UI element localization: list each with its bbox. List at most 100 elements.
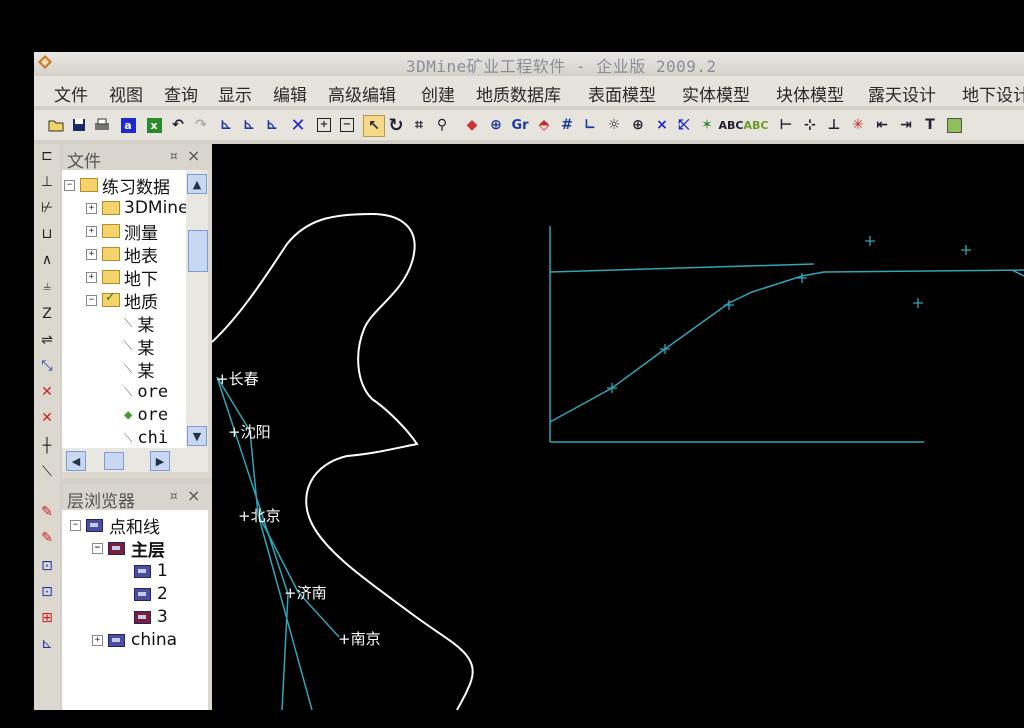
fill-icon[interactable] [944,115,964,135]
scroll-down-icon[interactable]: ▼ [187,426,207,446]
tree-item-surface[interactable]: + 地表 [86,243,158,267]
menu-geo-database[interactable]: 地质数据库 [476,81,561,106]
expand-icon[interactable]: + [86,202,97,214]
diag-tool-icon[interactable]: ⟍ [36,462,58,482]
tree-item-file[interactable]: ⟍ ore [124,381,168,403]
z-tool-icon[interactable]: Z [36,304,58,324]
menu-solid-model[interactable]: 实体模型 [682,81,750,106]
scroll-thumb[interactable] [104,452,124,470]
zoom-in-box-icon[interactable]: + [314,115,334,135]
menu-open-pit[interactable]: 露天设计 [868,81,936,106]
tree-item-survey[interactable]: + 测量 [86,220,158,244]
menu-block-model[interactable]: 块体模型 [776,81,844,106]
grid-icon[interactable]: # [557,115,577,135]
cross-icon[interactable]: × [652,115,672,135]
redo-icon[interactable]: ↷ [191,115,211,135]
close-icon[interactable]: × [187,486,200,505]
tree-item-underground[interactable]: + 地下 [86,266,158,290]
caret-tool-icon[interactable]: ∧ [36,250,58,270]
comb-tool-icon[interactable]: ⫨ [36,276,58,296]
tree-item-3dmine[interactable]: +3DMine [86,197,186,219]
line-tool-icon[interactable]: ⊥ [36,172,58,192]
tree-item-file[interactable]: ⟍ 某 [124,312,154,336]
point-add-icon[interactable]: ⤪ [674,115,694,135]
open-icon[interactable] [46,115,66,135]
grid-red-icon[interactable]: ⊞ [36,608,58,628]
polyline-point-icon[interactable]: ⊾ [262,115,282,135]
layer-item-3[interactable]: 3 [134,606,168,628]
scroll-left-icon[interactable]: ◀ [66,451,86,471]
cross-red2-icon[interactable]: ✕ [36,408,58,428]
arrow-right-icon[interactable]: ⇥ [896,115,916,135]
collapse-icon[interactable]: − [86,294,97,306]
save-icon[interactable] [69,115,89,135]
axis-tool-icon[interactable]: ⊾ [36,634,58,654]
tick-up-icon[interactable]: ⊥ [824,115,844,135]
tree-item-file[interactable]: ◆ ore [124,404,168,426]
crosshair-icon[interactable]: ⊕ [628,115,648,135]
menu-underground[interactable]: 地下设计 [962,81,1024,106]
cross-red-icon[interactable]: ✕ [36,382,58,402]
step-tool-icon[interactable]: ⊔ [36,224,58,244]
section-icon[interactable]: ⬘ [534,115,554,135]
delete-icon[interactable]: ✕ [288,115,308,136]
pencil-red2-icon[interactable]: ✎ [36,528,58,548]
layer-item-2[interactable]: 2 [134,583,168,605]
tree-item-file[interactable]: ⟍ 某 [124,358,154,382]
magnify-icon[interactable]: ⚲ [432,115,452,135]
collapse-icon[interactable]: − [92,542,103,554]
select-arrow-icon[interactable]: ↖ [363,115,385,137]
undo-icon[interactable]: ↶ [168,115,188,135]
tick-cross-icon[interactable]: ⊹ [800,115,820,135]
asterisk-icon[interactable]: ✳ [848,115,868,135]
tree-item-file[interactable]: ⟍ chi [124,427,168,448]
axis-icon[interactable]: ∟ [580,115,600,135]
menu-display[interactable]: 显示 [218,81,252,106]
light-icon[interactable]: ☼ [604,115,624,135]
angle-tool-icon[interactable]: ⊬ [36,198,58,218]
polyline-edit-icon[interactable]: ⊾ [239,115,259,135]
tick-left-icon[interactable]: ⊢ [776,115,796,135]
menu-create[interactable]: 创建 [421,81,455,106]
box-edit-icon[interactable]: ⊡ [36,556,58,576]
menu-surface-model[interactable]: 表面模型 [588,81,656,106]
menu-query[interactable]: 查询 [164,81,198,106]
point-tool-icon[interactable]: ⤡ [36,356,58,376]
layer-item-china[interactable]: + china [92,629,177,651]
excel-icon[interactable]: x [144,115,164,135]
collapse-icon[interactable]: − [64,179,75,191]
diamond-icon[interactable]: ◆ [462,115,482,135]
print-icon[interactable] [92,115,112,135]
pin-icon[interactable]: ¤ [170,489,178,503]
menu-view[interactable]: 视图 [109,81,143,106]
expand-icon[interactable]: + [86,225,97,237]
tree-item-geology[interactable]: − ✓ 地质 [86,289,158,313]
close-icon[interactable]: × [187,146,200,165]
scroll-thumb[interactable] [188,230,208,272]
horizontal-scrollbar[interactable]: ◀ ▶ [62,448,208,472]
layer-item-main[interactable]: − 主层 [92,537,165,561]
bbc-icon[interactable]: ABC [719,115,744,135]
scroll-up-icon[interactable]: ▲ [187,174,207,194]
collapse-icon[interactable]: − [70,519,81,531]
target-icon[interactable]: ⊕ [486,115,506,135]
box-edit2-icon[interactable]: ⊡ [36,582,58,602]
plus-tool-icon[interactable]: ┼ [36,436,58,456]
menu-advanced-edit[interactable]: 高级编辑 [328,81,396,106]
zoom-extent-icon[interactable]: ⌗ [409,115,429,135]
point-star-icon[interactable]: ✶ [697,115,717,135]
graphics-viewport[interactable]: +长春 +沈阳 +北京 +济南 +南京 [211,144,1024,711]
rect-tool-icon[interactable]: ⊏ [36,146,58,166]
expand-icon[interactable]: + [86,248,97,260]
scroll-right-icon[interactable]: ▶ [150,451,170,471]
equal-tool-icon[interactable]: ⇌ [36,330,58,350]
layer-item-points-lines[interactable]: − 点和线 [70,514,160,538]
pin-icon[interactable]: ¤ [170,149,178,163]
abc-icon[interactable]: ABC [744,115,769,135]
zoom-out-box-icon[interactable]: − [337,115,357,135]
gr-icon[interactable]: Gr [510,115,530,135]
layer-item-1[interactable]: 1 [134,560,168,582]
menu-edit[interactable]: 编辑 [273,81,307,106]
expand-icon[interactable]: + [92,634,103,646]
t-icon[interactable]: T [920,115,940,135]
